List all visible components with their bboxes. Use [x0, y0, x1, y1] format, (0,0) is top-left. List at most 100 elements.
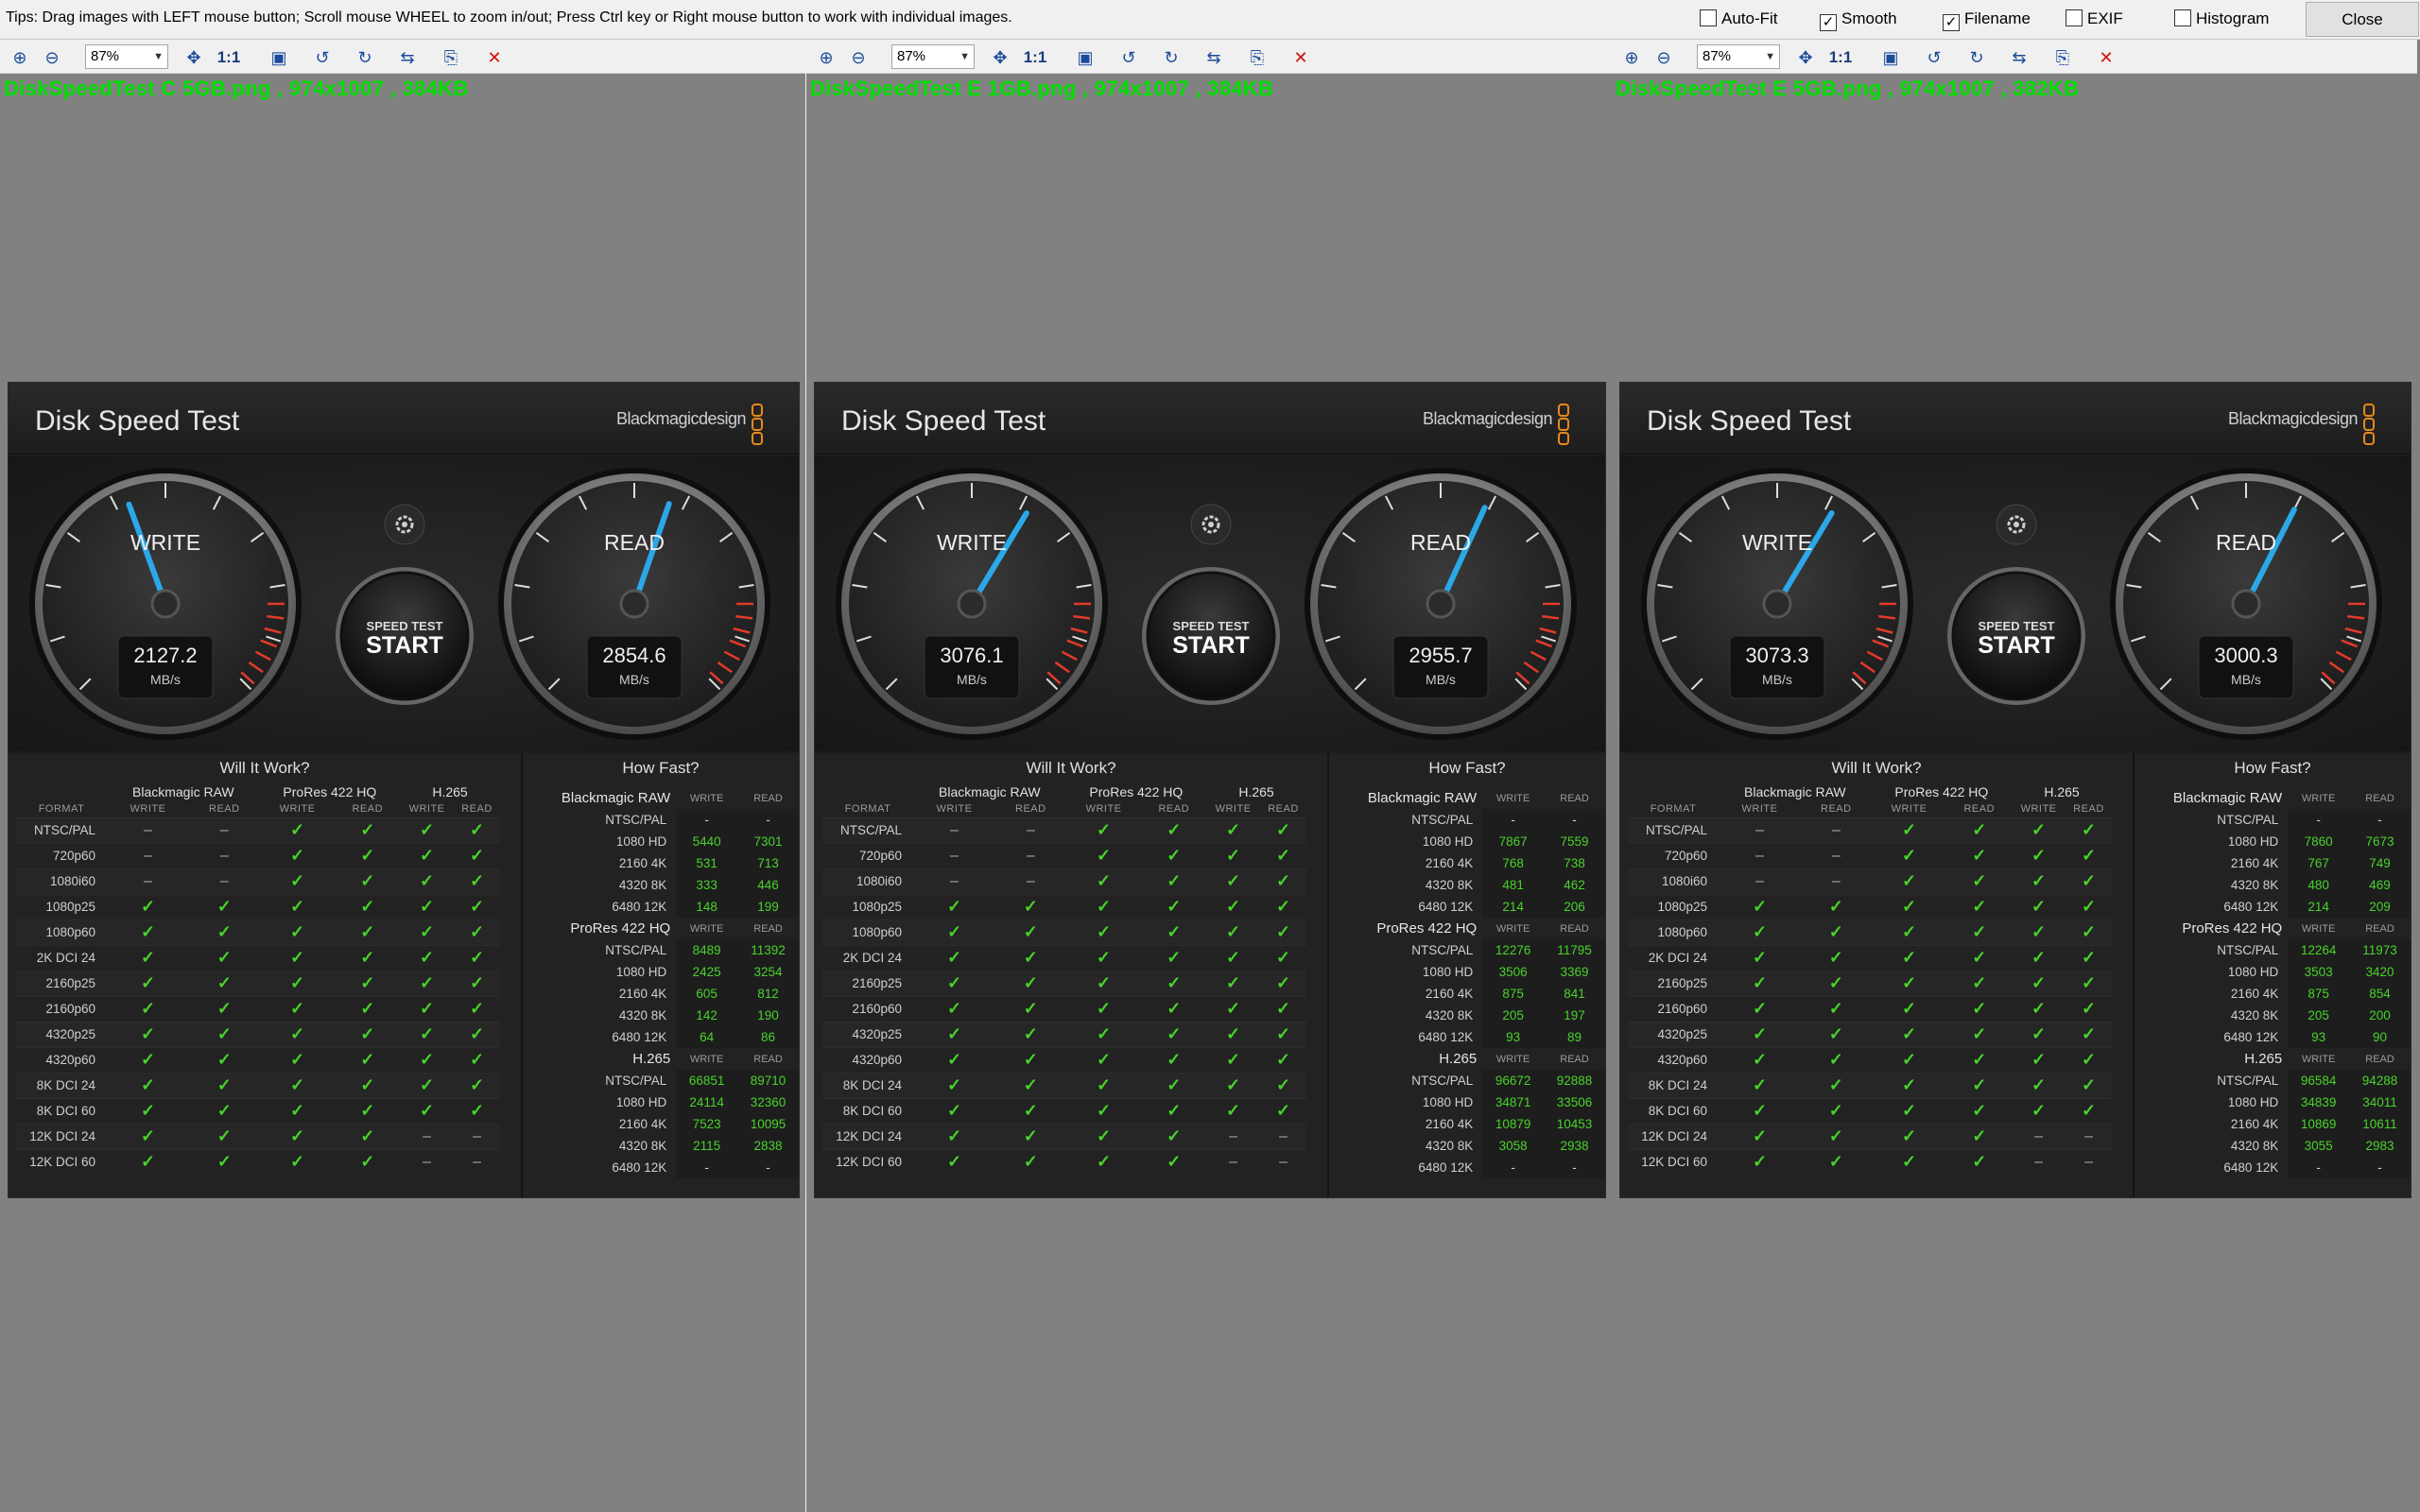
how-group-title: H.265 [2244, 1051, 2283, 1067]
write-subheader: WRITE [1741, 802, 1778, 815]
resolution-label: NTSC/PAL [2217, 813, 2279, 827]
resolution-label: 6480 12K [612, 900, 667, 914]
check-icon: ✓ [1752, 1075, 1768, 1094]
check-icon: ✓ [1828, 973, 1843, 992]
zoom-in-icon[interactable]: ⊕ [8, 45, 32, 70]
format-label: NTSC/PAL [16, 816, 107, 843]
format-label: 1080p60 [1628, 919, 1719, 945]
remove-icon[interactable]: ✕ [1288, 45, 1313, 70]
checkbox-box[interactable]: ✓ [1820, 14, 1837, 31]
save-icon[interactable]: ⎘ [1245, 45, 1270, 70]
check-icon: ✓ [1752, 1050, 1768, 1069]
zoom-select[interactable]: 87% ▼ [891, 44, 975, 69]
check-icon: ✓ [360, 846, 375, 865]
list-item: 1080 HD 3506 3369 [1329, 961, 1605, 983]
table-row: 2160p25 ✓ ✓ ✓ ✓ ✓ ✓ [822, 970, 1306, 996]
gear-icon[interactable] [1996, 504, 2037, 545]
settings-button[interactable] [1996, 504, 2037, 545]
fit-icon[interactable]: ✥ [182, 45, 206, 70]
fit-icon[interactable]: ✥ [988, 45, 1012, 70]
checkbox-box[interactable] [2174, 9, 2191, 26]
settings-button[interactable] [1190, 504, 1232, 545]
image-pane[interactable]: ⊕ ⊖ ✥ 1:1 ▣ ↺ ↻ ⇆ ⎘ ✕ 87% ▼ DiskSpeedTest C 5GB.pn… [0, 40, 805, 1512]
check-icon: ✓ [1167, 871, 1182, 890]
dash-icon: – [144, 821, 152, 838]
checkbox-box[interactable] [2066, 9, 2083, 26]
check-icon: ✓ [1097, 999, 1112, 1018]
image-pane[interactable]: ⊕ ⊖ ✥ 1:1 ▣ ↺ ↻ ⇆ ⎘ ✕ 87% ▼ DiskSpeedTest E 5GB.pn… [1612, 40, 2417, 1512]
read-subheader: READ [209, 802, 240, 815]
save-icon[interactable]: ⎘ [2050, 45, 2075, 70]
table-row: 8K DCI 60 ✓ ✓ ✓ ✓ ✓ ✓ [822, 1097, 1306, 1124]
auto-fit-checkbox[interactable]: Auto-Fit [1700, 9, 1778, 28]
check-icon: ✓ [469, 1101, 485, 1120]
checkbox-box[interactable] [1700, 9, 1717, 26]
start-button[interactable]: SPEED TEST START [1141, 566, 1281, 706]
rotate-left-icon[interactable]: ↺ [1116, 45, 1141, 70]
one-to-one-button[interactable]: 1:1 [1824, 45, 1857, 70]
check-icon: ✓ [1752, 1024, 1768, 1043]
flip-icon[interactable]: ⇆ [395, 45, 420, 70]
rotate-left-icon[interactable]: ↺ [1922, 45, 1946, 70]
gear-icon[interactable] [384, 504, 425, 545]
will-it-work-panel: Will It Work? Blackmagic RAW ProRes 422 H… [815, 753, 1327, 1197]
read-fps-value: 3420 [2349, 961, 2411, 983]
rotate-right-icon[interactable]: ↻ [1964, 45, 1989, 70]
check-icon: ✓ [1828, 1152, 1843, 1172]
histogram-checkbox[interactable]: Histogram [2174, 9, 2269, 28]
gear-icon[interactable] [1190, 504, 1232, 545]
close-button[interactable]: Close [2306, 2, 2419, 37]
start-button[interactable]: SPEED TEST START [1946, 566, 2086, 706]
flip-icon[interactable]: ⇆ [1201, 45, 1226, 70]
disk-speed-test-window[interactable]: ✕ Disk Speed Test Blackmagicdesign WRITE… [814, 382, 1606, 1198]
save-icon[interactable]: ⎘ [439, 45, 463, 70]
read-subheader: READ [2073, 802, 2104, 815]
zoom-out-icon[interactable]: ⊖ [1651, 45, 1676, 70]
results-area: Will It Work? Blackmagic RAW ProRes 422 H… [815, 753, 1605, 1197]
check-icon: ✓ [1275, 897, 1291, 916]
format-label: 2160p25 [16, 970, 107, 996]
fit-icon[interactable]: ✥ [1793, 45, 1818, 70]
rotate-right-icon[interactable]: ↻ [1159, 45, 1184, 70]
one-to-one-button[interactable]: 1:1 [1019, 45, 1051, 70]
list-item: 4320 8K 481 462 [1329, 874, 1605, 896]
disk-speed-test-window[interactable]: ✕ Disk Speed Test Blackmagicdesign WRITE… [8, 382, 800, 1198]
format-label: 2160p60 [1628, 995, 1719, 1022]
image-pane[interactable]: ⊕ ⊖ ✥ 1:1 ▣ ↺ ↻ ⇆ ⎘ ✕ 87% ▼ DiskSpeedTest E 1GB.pn… [806, 40, 1612, 1512]
check-icon: ✓ [1828, 1126, 1843, 1145]
zoom-in-icon[interactable]: ⊕ [814, 45, 838, 70]
zoom-out-icon[interactable]: ⊖ [846, 45, 871, 70]
remove-icon[interactable]: ✕ [2094, 45, 2118, 70]
smooth-checkbox[interactable]: ✓ Smooth [1820, 9, 1897, 31]
settings-button[interactable] [384, 504, 425, 545]
remove-icon[interactable]: ✕ [482, 45, 507, 70]
exif-checkbox[interactable]: EXIF [2066, 9, 2123, 28]
table-row: 2160p60 ✓ ✓ ✓ ✓ ✓ ✓ [1628, 995, 2112, 1022]
will-it-work-title: Will It Work? [1831, 759, 1922, 777]
zoom-in-icon[interactable]: ⊕ [1619, 45, 1644, 70]
zoom-select[interactable]: 87% ▼ [85, 44, 168, 69]
read-fps-value: 32360 [737, 1091, 799, 1113]
fit-window-icon[interactable]: ▣ [267, 45, 291, 70]
col-group-header: Blackmagic RAW [939, 784, 1041, 799]
format-label: 2K DCI 24 [16, 944, 107, 971]
zoom-select[interactable]: 87% ▼ [1697, 44, 1780, 69]
table-row: 2160p25 ✓ ✓ ✓ ✓ ✓ ✓ [1628, 970, 2112, 996]
disk-speed-test-window[interactable]: ✕ Disk Speed Test Blackmagicdesign WRITE… [1619, 382, 2411, 1198]
write-fps-value: 3506 [1482, 961, 1545, 983]
start-caption: SPEED TEST [366, 619, 443, 633]
flip-icon[interactable]: ⇆ [2007, 45, 2031, 70]
zoom-out-icon[interactable]: ⊖ [40, 45, 64, 70]
filename-checkbox[interactable]: ✓ Filename [1943, 9, 2031, 31]
rotate-left-icon[interactable]: ↺ [310, 45, 335, 70]
format-label: 4320p25 [1628, 1021, 1719, 1047]
one-to-one-button[interactable]: 1:1 [213, 45, 245, 70]
fit-window-icon[interactable]: ▣ [1073, 45, 1098, 70]
checkbox-box[interactable]: ✓ [1943, 14, 1960, 31]
check-icon: ✓ [1972, 1101, 1987, 1120]
rotate-right-icon[interactable]: ↻ [353, 45, 377, 70]
start-button[interactable]: SPEED TEST START [335, 566, 475, 706]
check-icon: ✓ [1226, 1050, 1241, 1069]
fit-window-icon[interactable]: ▣ [1878, 45, 1903, 70]
check-icon: ✓ [140, 1152, 156, 1172]
